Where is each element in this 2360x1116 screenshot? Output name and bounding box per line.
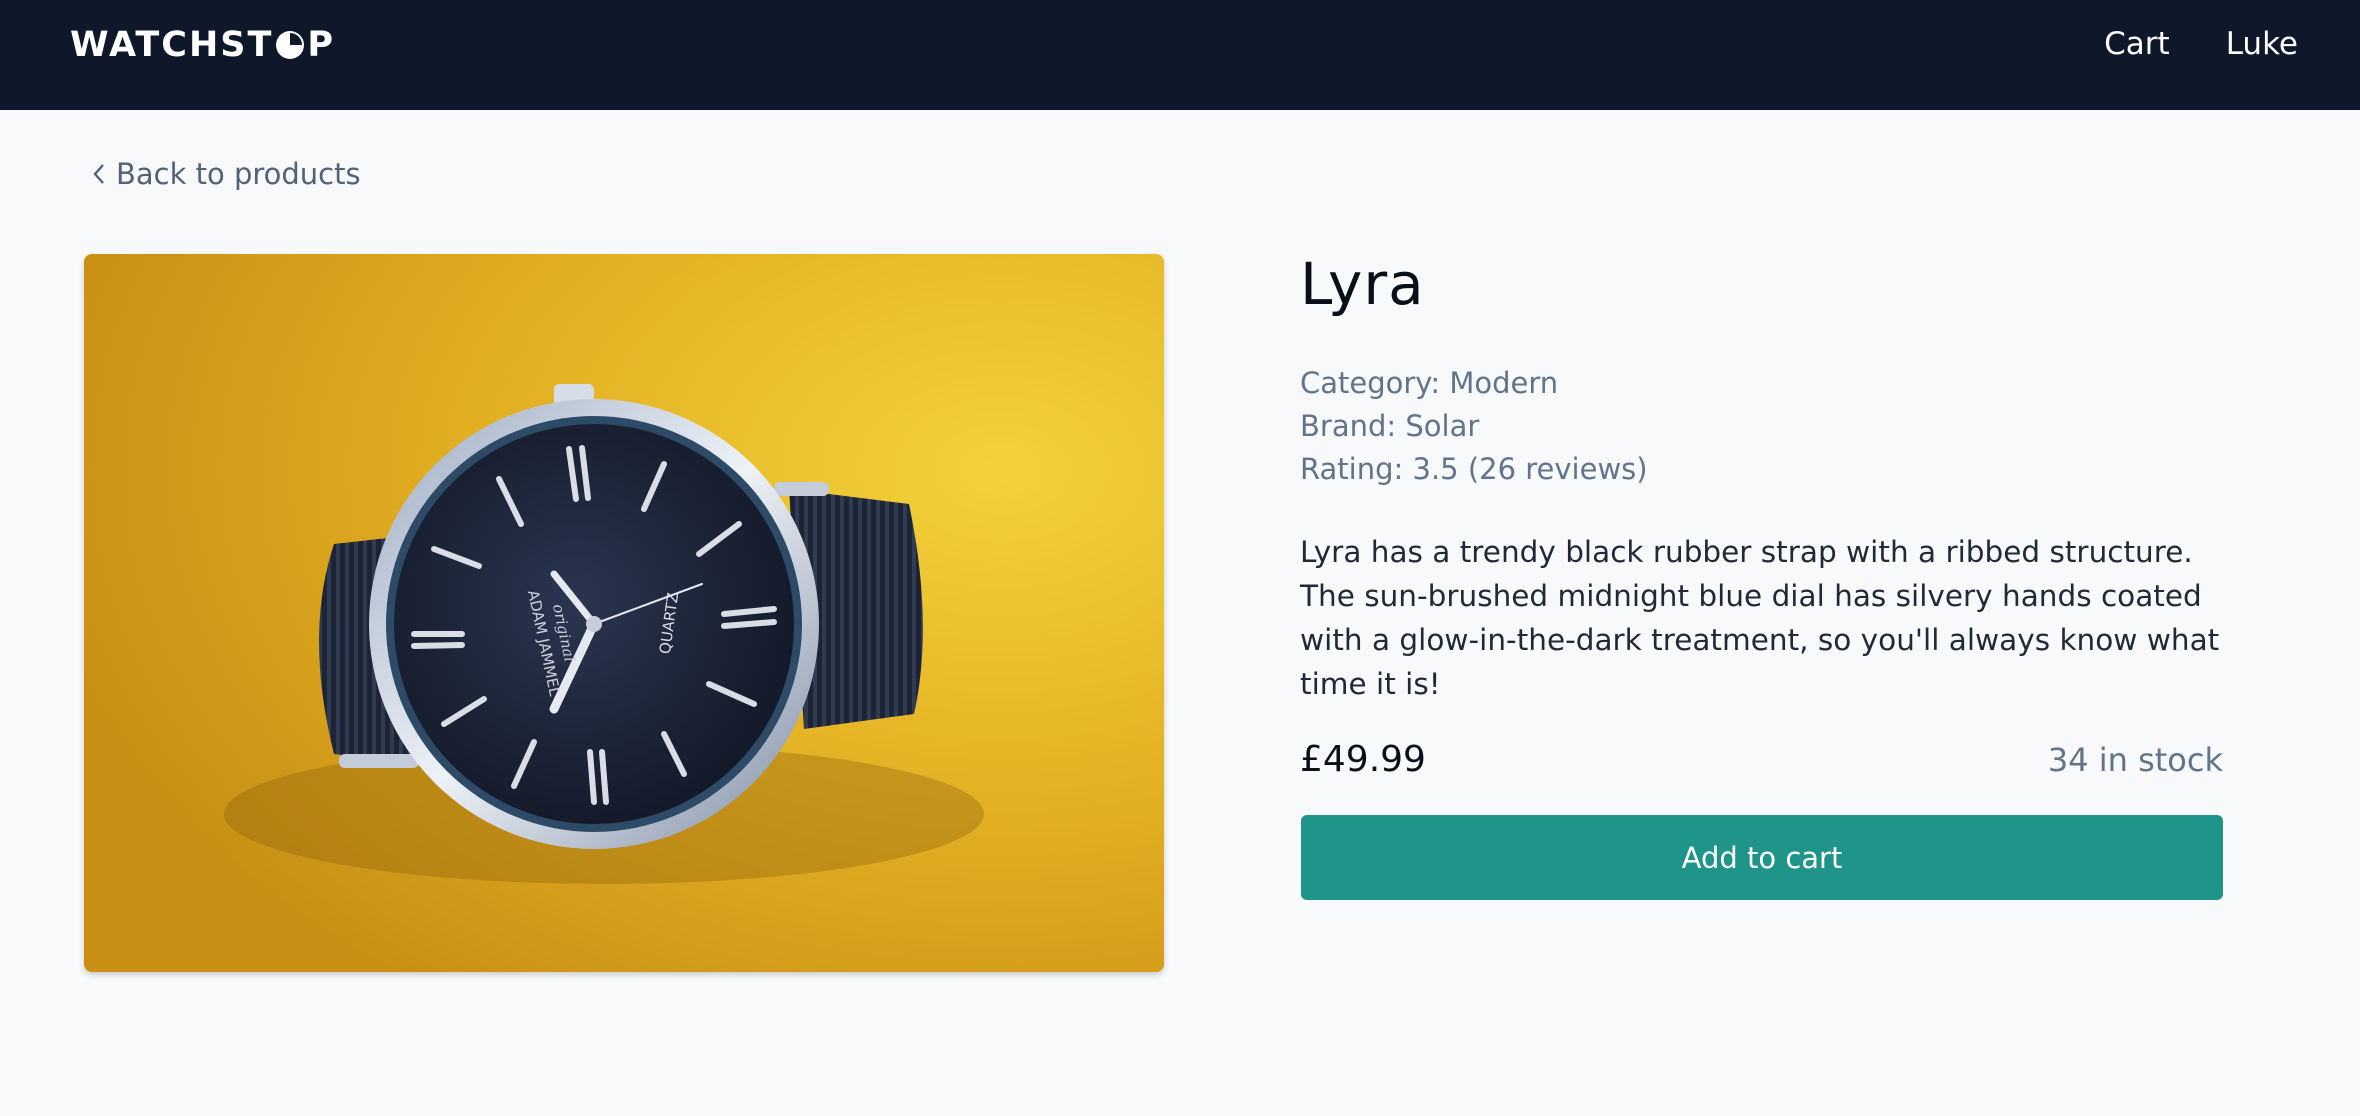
product-meta: Category: Modern Brand: Solar Rating: 3.…: [1300, 362, 1648, 491]
product-title: Lyra: [1300, 250, 1425, 318]
product-brand: Brand: Solar: [1300, 409, 1480, 443]
nav-cart-link[interactable]: Cart: [2104, 22, 2170, 66]
product-rating: Rating: 3.5 (26 reviews): [1300, 452, 1648, 486]
back-link-label: Back to products: [116, 157, 361, 191]
watch-photo: ADAM JAMMEL original QUARTZ: [84, 254, 1164, 972]
product-price: £49.99: [1300, 739, 1426, 780]
logo-text-right: P: [307, 25, 335, 65]
product-description: Lyra has a trendy black rubber strap wit…: [1300, 535, 2220, 701]
stock-count: 34 in stock: [2047, 741, 2223, 779]
add-to-cart-button[interactable]: Add to cart: [1301, 815, 2223, 900]
logo[interactable]: WATCHST P: [70, 22, 335, 68]
product-image: ADAM JAMMEL original QUARTZ: [84, 254, 1164, 972]
nav-user-link[interactable]: Luke: [2226, 22, 2298, 66]
chevron-left-icon: [93, 164, 104, 184]
back-to-products-link[interactable]: Back to products: [88, 152, 361, 196]
clock-icon: [276, 31, 305, 59]
nav-links: Cart Luke: [2104, 22, 2298, 66]
navbar: WATCHST P Cart Luke: [0, 0, 2360, 110]
product-category: Category: Modern: [1300, 366, 1559, 400]
logo-text-left: WATCHST: [70, 25, 274, 65]
